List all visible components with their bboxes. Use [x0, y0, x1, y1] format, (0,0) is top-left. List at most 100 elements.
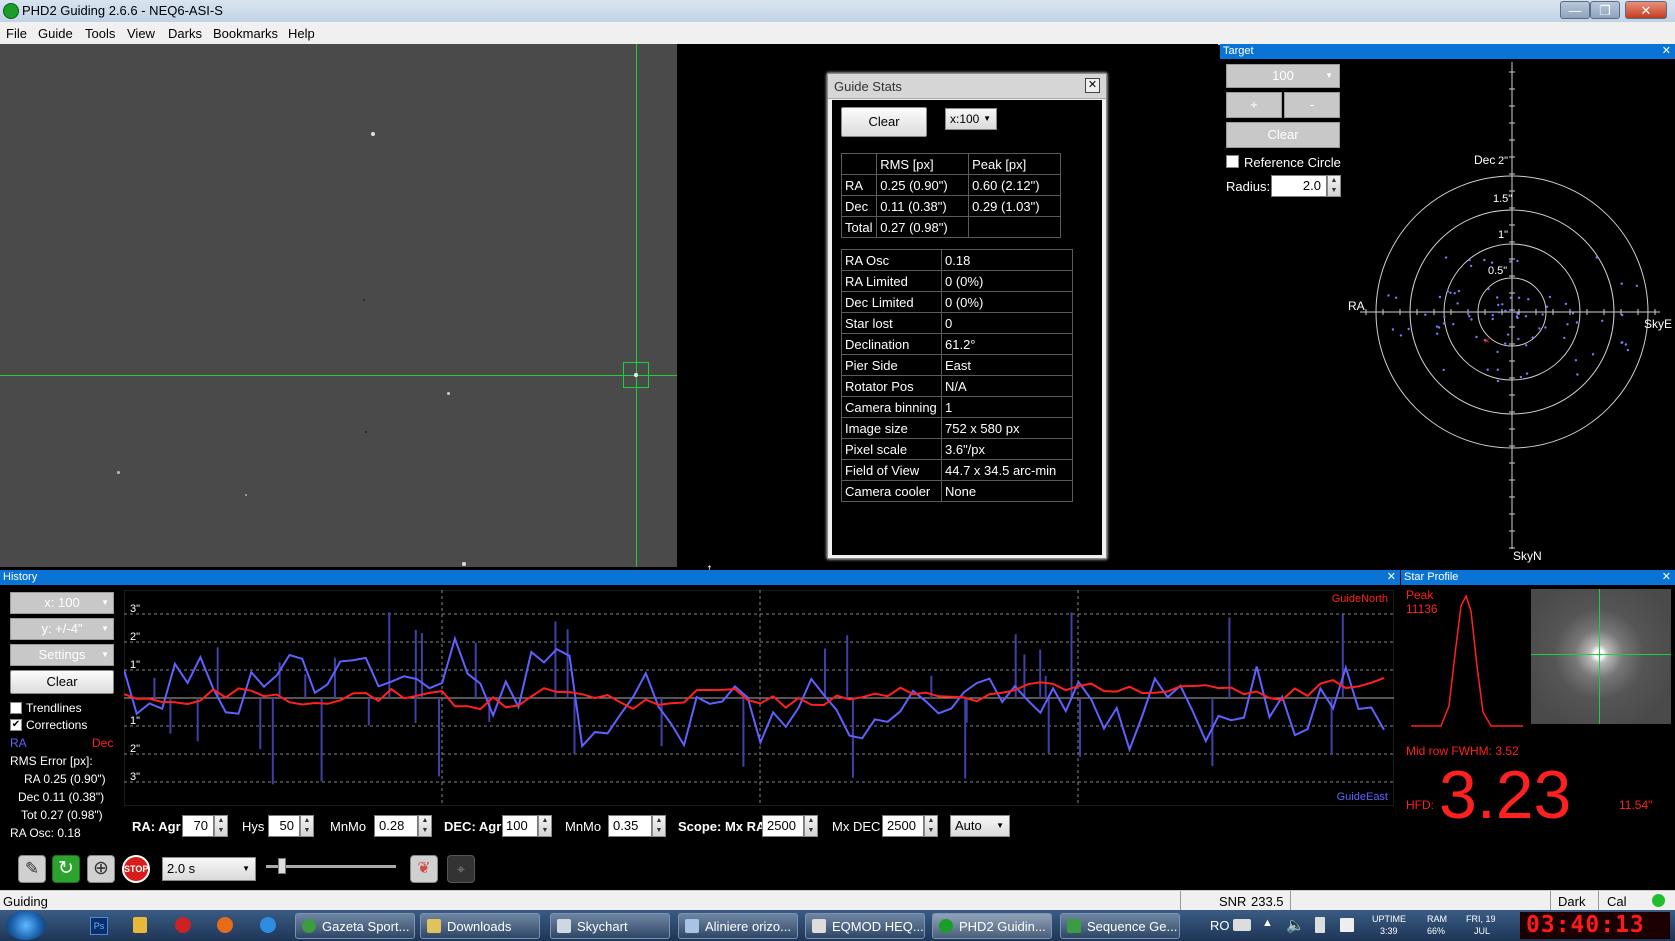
target-skyn-label: SkyN	[1513, 549, 1542, 563]
target-point	[1548, 295, 1552, 299]
target-point	[1457, 289, 1461, 293]
use-camera-button[interactable]: ✎	[18, 855, 46, 883]
dec-mnmo-input[interactable]: 0.35	[608, 815, 652, 837]
y-tick-label: 1"	[130, 659, 140, 671]
menu-help[interactable]: Help	[288, 26, 315, 41]
manual-guide-button[interactable]: ⌖	[447, 855, 475, 883]
language-indicator[interactable]: RO	[1210, 918, 1230, 933]
taskbar-item-phd2[interactable]: PHD2 Guidin...	[932, 913, 1052, 939]
mx-ra-spinner[interactable]: ▲ ▼	[804, 815, 818, 837]
rms-row-value: 0.27 (0.98")	[876, 216, 970, 238]
opera-icon[interactable]	[175, 917, 191, 933]
battery-icon[interactable]	[1315, 917, 1325, 933]
info-label: Camera binning	[841, 396, 942, 418]
target-point	[1564, 302, 1568, 306]
volume-icon[interactable]: 🔈	[1286, 916, 1305, 934]
target-point	[1387, 294, 1390, 297]
corrections-checkbox[interactable]: ✔	[10, 719, 22, 731]
menu-file[interactable]: File	[6, 26, 27, 41]
menu-bookmarks[interactable]: Bookmarks	[213, 26, 278, 41]
history-x-scale-select[interactable]: x: 100 ▼	[10, 592, 114, 614]
mx-ra-input[interactable]: 2500	[762, 815, 804, 837]
target-point	[1470, 318, 1473, 321]
minimize-button[interactable]: —	[1560, 1, 1590, 19]
exposure-select[interactable]: 2.0 s ▼	[162, 857, 256, 881]
info-label: Rotator Pos	[841, 375, 942, 397]
hys-label: Hys	[242, 819, 265, 834]
keyboard-icon[interactable]	[1233, 919, 1251, 931]
ring-label: 1.5"	[1493, 193, 1512, 205]
sequence-icon	[1067, 919, 1081, 933]
hys-spinner[interactable]: ▲ ▼	[300, 815, 314, 837]
y-tick-label: 2"	[130, 631, 140, 643]
info-label: Image size	[841, 417, 942, 439]
target-point	[1517, 337, 1520, 341]
taskbar-item-label: Aliniere orizo...	[705, 919, 791, 934]
loop-button[interactable]: ↻	[52, 855, 80, 883]
photoshop-icon[interactable]: Ps	[90, 917, 108, 935]
target-point	[1395, 296, 1398, 299]
history-clear-button[interactable]: Clear	[10, 670, 114, 694]
info-label: Declination	[841, 333, 942, 355]
chevron-down-icon: ▼	[996, 821, 1004, 830]
ra-agr-input[interactable]: 70	[182, 815, 214, 837]
ring-label: 2"	[1498, 155, 1508, 167]
pinned-app-icon[interactable]	[133, 917, 147, 933]
hys-input[interactable]: 50	[268, 815, 300, 837]
stop-button[interactable]: STOP	[122, 855, 150, 883]
mx-dec-input[interactable]: 2500	[882, 815, 924, 837]
history-settings-select[interactable]: Settings ▼	[10, 644, 114, 666]
menu-bar: File Guide Tools View Darks Bookmarks He…	[0, 22, 1675, 45]
ra-agr-spinner[interactable]: ▲ ▼	[214, 815, 228, 837]
guide-stats-clear-button[interactable]: Clear	[841, 107, 927, 137]
status-divider	[1180, 891, 1181, 911]
scope-mx-ra-label: Scope: Mx RA	[678, 819, 766, 834]
taskbar-item-sequence[interactable]: Sequence Ge...	[1060, 913, 1180, 939]
maximize-button[interactable]: ❐	[1590, 1, 1620, 19]
target-point	[1486, 368, 1489, 371]
menu-guide[interactable]: Guide	[38, 26, 73, 41]
target-point	[1566, 323, 1569, 326]
taskbar-item-downloads[interactable]: Downloads	[420, 913, 540, 939]
dec-agr-spinner[interactable]: ▲ ▼	[538, 815, 552, 837]
taskbar-item-aliniere[interactable]: Aliniere orizo...	[678, 913, 798, 939]
camera-image-view[interactable]	[0, 44, 677, 567]
internet-explorer-icon[interactable]	[260, 917, 276, 933]
history-y-scale-select[interactable]: y: +/-4" ▼	[10, 618, 114, 640]
target-point	[1496, 368, 1499, 371]
menu-view[interactable]: View	[127, 26, 155, 41]
action-center-icon[interactable]	[1340, 918, 1354, 932]
target-point	[1501, 303, 1504, 306]
star-profile-close-icon[interactable]: ✕	[1662, 570, 1671, 585]
menu-darks[interactable]: Darks	[168, 26, 202, 41]
guide-stats-close-button[interactable]: ✕	[1085, 78, 1100, 93]
target-point	[1436, 332, 1439, 335]
dec-mode-select[interactable]: Auto ▼	[950, 815, 1010, 837]
start-button[interactable]	[6, 911, 46, 940]
tray-expand-icon[interactable]: ▲	[1262, 917, 1273, 929]
target-point	[1531, 336, 1534, 339]
dec-mnmo-spinner[interactable]: ▲ ▼	[652, 815, 666, 837]
taskbar-item-gazeta[interactable]: Gazeta Sport...	[295, 913, 415, 939]
brain-button[interactable]: ❦	[410, 855, 438, 883]
taskbar-item-skychart[interactable]: Skychart	[550, 913, 670, 939]
taskbar-item-eqmod[interactable]: EQMOD HEQ...	[805, 913, 925, 939]
gamma-slider-handle[interactable]	[278, 858, 286, 874]
star-profile-panel: Star Profile ✕ Peak 11136 Mid row FWHM: …	[1401, 570, 1675, 847]
ra-legend: RA	[10, 736, 27, 750]
firefox-icon[interactable]	[217, 917, 233, 933]
trendlines-checkbox[interactable]	[10, 702, 22, 714]
dec-agr-input[interactable]: 100	[502, 815, 538, 837]
ra-mnmo-input[interactable]: 0.28	[374, 815, 418, 837]
history-close-icon[interactable]: ✕	[1387, 570, 1396, 585]
target-point	[1516, 312, 1519, 315]
target-ra-label: RA	[1348, 299, 1365, 313]
target-point	[1621, 313, 1624, 317]
close-button[interactable]: ✕	[1625, 1, 1667, 19]
guide-stats-scale-select[interactable]: x:100 ▼	[945, 108, 997, 130]
ra-mnmo-spinner[interactable]: ▲ ▼	[418, 815, 432, 837]
mx-dec-spinner[interactable]: ▲ ▼	[924, 815, 938, 837]
info-label: Camera cooler	[841, 480, 942, 502]
menu-tools[interactable]: Tools	[85, 26, 115, 41]
guide-button[interactable]: ⊕	[87, 855, 115, 883]
